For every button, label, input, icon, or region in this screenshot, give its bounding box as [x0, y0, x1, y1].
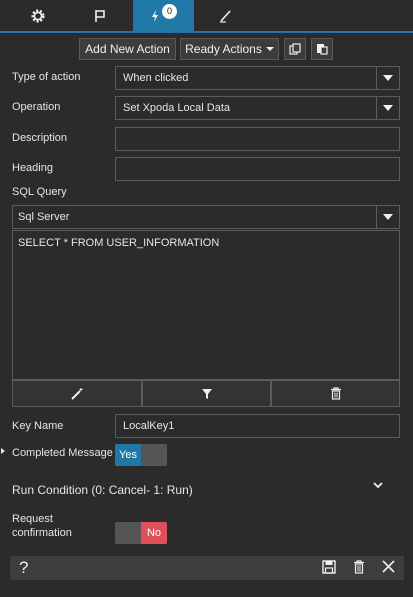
add-new-action-button[interactable]: Add New Action — [79, 38, 176, 60]
toggle-knob — [141, 444, 167, 466]
save-button[interactable] — [322, 560, 338, 576]
operation-value: Set Xpoda Local Data — [123, 102, 231, 114]
key-name-value: LocalKey1 — [123, 420, 175, 432]
sql-query-text: SELECT * FROM USER_INFORMATION — [18, 237, 220, 249]
footer-bar — [10, 556, 404, 580]
sql-query-label: SQL Query — [12, 186, 67, 198]
tab-actions[interactable]: 0 — [133, 0, 194, 32]
chevron-down-icon — [383, 105, 393, 111]
request-confirmation-line-2: confirmation — [12, 527, 72, 539]
run-condition-label: Run Condition (0: Cancel- 1: Run) — [12, 483, 193, 497]
toggle-knob — [115, 522, 141, 544]
filter-button[interactable] — [142, 380, 271, 407]
tab-style[interactable] — [196, 0, 256, 32]
type-of-action-value: When clicked — [123, 72, 189, 84]
chevron-down-icon — [383, 214, 393, 220]
close-icon — [382, 560, 395, 573]
lightning-icon — [152, 10, 158, 22]
delete-action-button[interactable] — [353, 560, 367, 576]
operation-dropdown-button[interactable] — [376, 97, 399, 119]
save-icon — [322, 560, 336, 574]
sql-database-select[interactable]: Sql Server — [12, 205, 400, 229]
operation-label: Operation — [12, 101, 61, 113]
actions-count-badge: 0 — [162, 3, 177, 19]
paste-icon — [317, 44, 328, 55]
gear-icon — [31, 9, 45, 23]
completed-message-label: Completed Message — [12, 447, 113, 459]
sql-query-editor[interactable]: SELECT * FROM USER_INFORMATION — [12, 230, 400, 380]
request-confirmation-line-1: Request — [12, 513, 53, 525]
chevron-down-icon — [383, 75, 393, 81]
magic-wand-icon — [71, 387, 83, 400]
key-name-input[interactable]: LocalKey1 — [115, 414, 400, 438]
tab-flag[interactable] — [70, 0, 130, 32]
completed-message-toggle[interactable]: Yes — [115, 444, 167, 466]
description-label: Description — [12, 132, 68, 144]
request-confirmation-no: No — [141, 522, 167, 544]
request-confirmation-toggle[interactable]: No — [115, 522, 167, 544]
ready-actions-dropdown[interactable]: Ready Actions — [180, 38, 279, 60]
heading-label: Heading — [12, 162, 53, 174]
tab-settings[interactable] — [8, 0, 68, 32]
trash-icon — [354, 560, 364, 574]
filter-icon — [201, 388, 212, 399]
brush-icon — [220, 10, 231, 23]
type-of-action-dropdown-button[interactable] — [376, 67, 399, 89]
help-button[interactable]: ? — [19, 558, 28, 578]
caret-down-icon — [265, 47, 274, 51]
copy-icon — [289, 43, 301, 55]
description-input[interactable] — [115, 127, 400, 151]
request-confirmation-label: Request confirmation — [12, 512, 72, 540]
close-button[interactable] — [381, 559, 397, 575]
key-name-label: Key Name — [12, 420, 64, 432]
completed-message-yes: Yes — [115, 444, 141, 466]
flag-icon — [95, 10, 105, 22]
magic-wand-button[interactable] — [12, 380, 142, 407]
type-of-action-select[interactable]: When clicked — [115, 66, 400, 90]
operation-select[interactable]: Set Xpoda Local Data — [115, 96, 400, 120]
sql-database-value: Sql Server — [18, 211, 70, 223]
sql-database-dropdown-button[interactable] — [376, 206, 399, 228]
copy-button[interactable] — [284, 38, 306, 60]
paste-button[interactable] — [311, 38, 333, 60]
chevron-down-icon — [373, 482, 383, 489]
tab-underline — [0, 31, 413, 33]
clear-query-button[interactable] — [271, 380, 400, 407]
ready-actions-label: Ready Actions — [185, 42, 262, 56]
run-condition-expand-button[interactable] — [372, 480, 388, 494]
type-of-action-label: Type of action — [12, 71, 81, 83]
heading-input[interactable] — [115, 157, 400, 181]
completed-message-marker — [1, 448, 5, 454]
trash-icon — [330, 387, 341, 400]
